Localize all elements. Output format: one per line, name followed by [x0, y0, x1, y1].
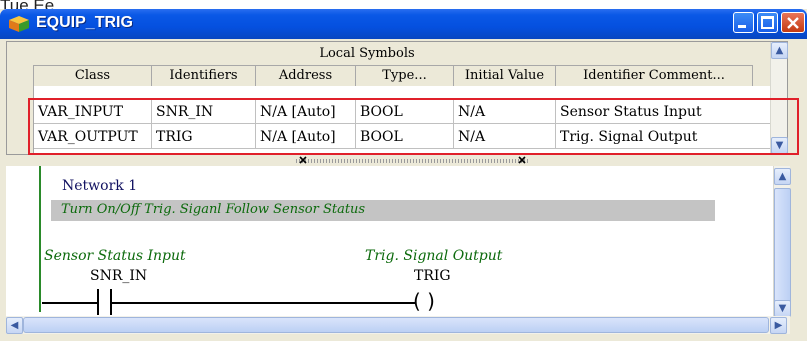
maximize-button[interactable] — [757, 12, 778, 33]
column-header-class[interactable]: Class — [34, 66, 152, 86]
right-arrow-icon[interactable]: ▶ — [770, 317, 787, 334]
close-button[interactable] — [781, 12, 805, 33]
horizontal-scroll-thumb[interactable] — [23, 317, 769, 333]
minimize-icon — [738, 25, 746, 28]
column-header-address[interactable]: Address — [256, 66, 356, 86]
column-header-initial-value[interactable]: Initial Value — [454, 66, 556, 86]
x-icon[interactable] — [517, 155, 527, 165]
ladder-vertical-scrollbar[interactable]: ▲ ▼ — [773, 166, 791, 317]
output-coil[interactable]: ( ) — [413, 289, 435, 313]
horizontal-scrollbar[interactable]: ◀ ▶ — [6, 316, 790, 334]
vertical-scroll-thumb[interactable] — [774, 188, 791, 312]
ladder-editor[interactable]: Network 1 Turn On/Off Trig. Siganl Follo… — [6, 166, 791, 317]
network-comment[interactable]: Turn On/Off Trig. Siganl Follow Sensor S… — [61, 202, 365, 217]
window-title: EQUIP_TRIG — [36, 14, 133, 31]
minimize-button[interactable] — [733, 12, 754, 33]
left-power-rail-marker — [39, 166, 41, 312]
contact-left-bar[interactable] — [97, 289, 99, 315]
network-label[interactable]: Network 1 — [62, 178, 137, 194]
equip-trig-window: EQUIP_TRIG Local Symbols Class Identifie… — [0, 9, 807, 341]
contact-identifier[interactable]: SNR_IN — [90, 268, 147, 284]
coil-identifier[interactable]: TRIG — [414, 268, 451, 284]
contact-comment: Sensor Status Input — [44, 248, 186, 264]
column-header-identifiers[interactable]: Identifiers — [152, 66, 256, 86]
column-header-identifier-comment[interactable]: Identifier Comment... — [556, 66, 753, 86]
column-header-type[interactable]: Type... — [356, 66, 454, 86]
down-arrow-icon[interactable]: ▼ — [774, 300, 791, 317]
rung-line-left — [42, 302, 97, 304]
local-symbols-heading: Local Symbols — [319, 46, 415, 61]
up-arrow-icon[interactable]: ▲ — [771, 42, 788, 59]
cube-icon — [9, 16, 29, 32]
left-arrow-icon[interactable]: ◀ — [6, 317, 23, 334]
title-bar[interactable]: EQUIP_TRIG — [0, 9, 807, 39]
close-icon — [787, 17, 799, 29]
coil-comment: Trig. Signal Output — [365, 248, 503, 264]
rung-line-middle — [112, 302, 416, 304]
network-gutter — [6, 166, 39, 316]
x-icon[interactable] — [298, 155, 308, 165]
maximize-icon — [761, 16, 774, 29]
highlight-box — [28, 98, 799, 155]
splitter-grip[interactable] — [296, 159, 528, 163]
table-header: Local Symbols Class Identifiers Address … — [7, 42, 787, 154]
up-arrow-icon[interactable]: ▲ — [774, 168, 791, 185]
